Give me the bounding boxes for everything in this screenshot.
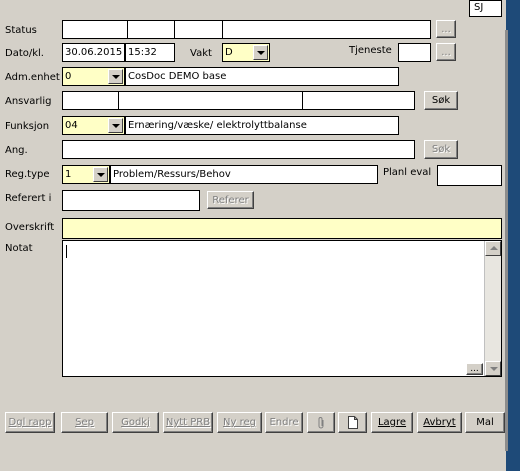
sep-button[interactable]: Sep (61, 412, 108, 433)
status-field[interactable] (62, 20, 431, 39)
user-badge: SJ (469, 0, 502, 17)
lagre-button[interactable]: Lagre (371, 412, 413, 433)
tjeneste-label: Tjeneste (349, 45, 392, 56)
document-icon (347, 416, 358, 429)
tjeneste-field[interactable] (398, 43, 431, 62)
vakt-select[interactable]: D (222, 43, 270, 62)
ansvarlig-field[interactable] (62, 91, 415, 110)
referer-button[interactable]: Referer (207, 191, 254, 209)
document-button[interactable] (338, 412, 367, 433)
status-ellipsis-button[interactable]: ... (436, 20, 456, 38)
funksjon-name-field: Ernæring/væske/ elektrolyttbalanse (125, 116, 399, 135)
window-right-edge (506, 0, 520, 471)
regtype-code-select[interactable]: 1 (62, 165, 110, 184)
paperclip-icon (318, 416, 324, 428)
nytt-prb-button[interactable]: Nytt PRB (163, 412, 213, 433)
regtype-name-field: Problem/Ressurs/Behov (110, 165, 378, 184)
overskrift-label: Overskrift (5, 222, 55, 233)
ang-field[interactable] (62, 140, 415, 159)
text-cursor (66, 245, 67, 258)
ansvarlig-label: Ansvarlig (5, 96, 52, 107)
mal-button[interactable]: Mal (465, 412, 505, 433)
window-right-panel (505, 30, 508, 451)
vakt-label: Vakt (190, 48, 212, 59)
dgl-rapp-button[interactable]: Dgl rapp (5, 412, 55, 433)
regtype-label: Reg.type (5, 169, 50, 180)
scroll-up-button[interactable] (485, 241, 501, 256)
adm-code-select[interactable]: 0 (62, 67, 125, 86)
chevron-down-icon[interactable] (108, 69, 123, 84)
endre-button[interactable]: Endre (265, 412, 303, 433)
funksjon-label: Funksjon (5, 121, 50, 132)
funksjon-code-select[interactable]: 04 (62, 116, 125, 135)
chevron-down-icon[interactable] (93, 167, 108, 182)
notat-scrollbar[interactable] (484, 241, 501, 376)
adm-label: Adm.enhet (5, 72, 60, 83)
date-field[interactable]: 30.06.2015 (62, 43, 125, 62)
attach-button[interactable] (307, 412, 335, 433)
referert-label: Referert i (5, 193, 52, 204)
planl-eval-field[interactable] (437, 165, 502, 186)
scroll-down-button[interactable] (485, 361, 501, 376)
ang-label: Ang. (5, 145, 28, 156)
referert-field[interactable] (62, 190, 200, 211)
notat-label: Notat (5, 243, 33, 254)
notat-textarea[interactable]: ... (62, 240, 502, 377)
status-label: Status (5, 25, 37, 36)
notat-ellipsis-button[interactable]: ... (466, 363, 483, 375)
overskrift-field[interactable] (62, 218, 502, 239)
avbryt-button[interactable]: Avbryt (417, 412, 462, 433)
time-field[interactable]: 15:32 (125, 43, 175, 62)
dato-label: Dato/kl. (5, 48, 44, 59)
ny-reg-button[interactable]: Ny reg (217, 412, 262, 433)
ang-sok-button[interactable]: Søk (424, 140, 458, 159)
godkj-button[interactable]: Godkj (112, 412, 159, 433)
ansvarlig-sok-button[interactable]: Søk (424, 91, 458, 110)
chevron-down-icon[interactable] (108, 118, 123, 133)
tjeneste-ellipsis-button[interactable]: ... (436, 43, 456, 61)
planl-eval-label: Planl eval (383, 167, 432, 178)
chevron-down-icon[interactable] (253, 45, 268, 60)
adm-name-field: CosDoc DEMO base (125, 67, 399, 86)
